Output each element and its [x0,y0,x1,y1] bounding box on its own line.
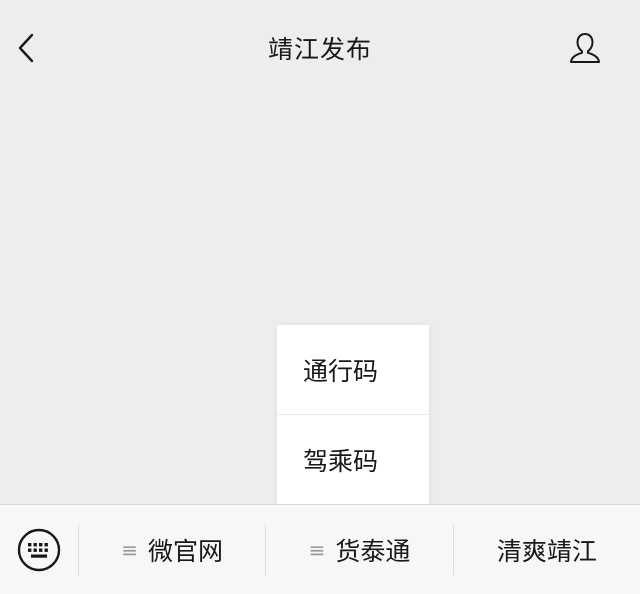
submenu-item-jiachengma[interactable]: 驾乘码 [277,414,429,504]
chevron-left-icon [18,33,34,63]
back-button[interactable] [6,26,46,70]
menu-tab-huotaitong[interactable]: ≡ 货泰通 [266,505,452,594]
top-navigation-bar: 靖江发布 [0,0,640,96]
menu-tab-qingshuangjingjiang[interactable]: 清爽靖江 [454,505,640,594]
menu-lines-icon: ≡ [121,537,139,562]
keyboard-toggle-button[interactable] [0,505,78,594]
menu-lines-icon: ≡ [308,537,326,562]
page-title: 靖江发布 [267,35,372,64]
submenu-popup: 通行码 驾乘码 [277,325,429,504]
bottom-menu-bar: ≡ 微官网 ≡ 货泰通 清爽靖江 [0,504,640,594]
menu-tab-label: 微官网 [148,536,224,566]
menu-tab-label: 清爽靖江 [496,536,597,566]
user-icon [570,33,600,63]
menu-tab-weiguanwang[interactable]: ≡ 微官网 [79,505,265,594]
submenu-item-tongxingma[interactable]: 通行码 [277,325,429,414]
profile-button[interactable] [562,26,608,70]
submenu-item-label: 驾乘码 [303,446,379,476]
keyboard-icon [17,528,60,571]
submenu-item-label: 通行码 [303,356,379,386]
menu-tab-label: 货泰通 [335,536,411,566]
